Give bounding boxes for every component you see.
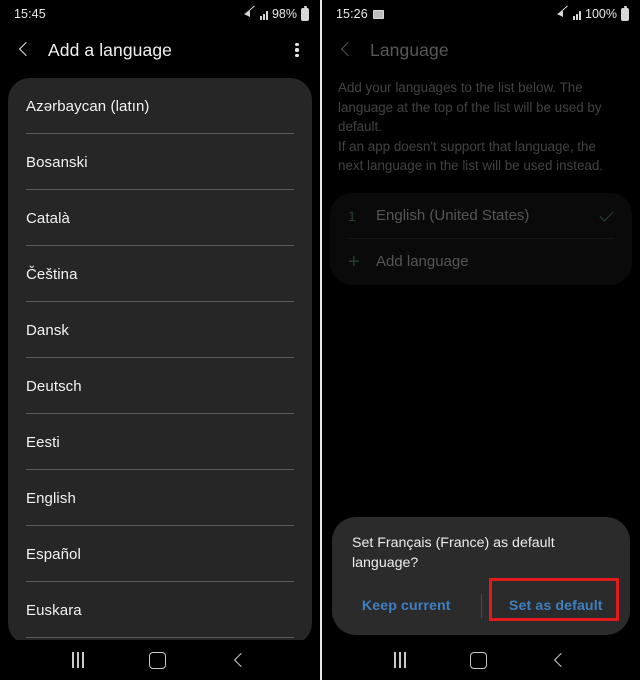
language-name: Dansk [26,321,70,339]
language-name: Español [26,545,81,563]
language-name: Euskara [26,601,82,619]
mute-icon [556,4,569,20]
right-phone-screen: 15:26 100% Language Add your languages t… [320,0,640,680]
left-app-bar: Add a language [0,28,320,72]
description-text: Add your languages to the list below. Th… [322,72,640,176]
recents-icon[interactable] [393,652,407,668]
list-item[interactable]: Bosanski [8,134,312,190]
dialog-message: Set Français (France) as default languag… [352,535,555,571]
battery-icon [301,5,309,21]
status-bar-right: 100% [556,4,629,21]
left-nav-bar [0,640,320,680]
battery-percent-label: 100% [585,7,617,21]
list-item[interactable]: Dansk [8,302,312,358]
list-item[interactable]: English [8,470,312,526]
status-bar-left: 15:26 [336,7,384,21]
language-name: Bosanski [26,153,88,171]
language-name: Azərbaycan (latın) [26,97,150,115]
mute-icon [243,4,256,20]
recents-icon[interactable] [72,652,85,668]
set-as-default-button[interactable]: Set as default [482,587,631,625]
right-nav-bar [322,640,640,680]
home-icon[interactable] [148,651,166,669]
language-name: Čeština [26,265,78,283]
photo-icon [372,9,384,19]
language-name: English [26,489,76,507]
description-paragraph: Add your languages to the list below. Th… [338,80,602,134]
description-paragraph: If an app doesn't support that language,… [338,138,604,174]
status-clock: 15:26 [336,7,368,21]
status-bar-left: 15:45 [14,7,46,21]
list-item[interactable]: Español [8,526,312,582]
dual-screenshot-container: 15:45 98% Add a language Azərbaycan (lat… [0,0,640,680]
signal-icon [259,9,268,20]
row-divider [26,637,294,638]
list-item[interactable]: Euskara [8,582,312,638]
language-name: Eesti [26,433,60,451]
language-name: Deutsch [26,377,82,395]
page-title: Add a language [48,39,173,60]
overflow-menu-icon[interactable] [286,39,308,61]
status-bar-right: 98% [243,4,309,21]
dialog-actions: Keep current Set as default [332,578,631,625]
back-chevron-icon[interactable] [336,39,358,61]
list-item[interactable]: Eesti [8,414,312,470]
list-item[interactable]: Čeština [8,246,312,302]
set-default-language-dialog: Set Français (France) as default languag… [332,517,630,635]
status-clock: 15:45 [14,7,46,21]
check-icon [598,208,614,224]
left-status-bar: 15:45 98% [0,0,320,28]
plus-icon: + [348,250,360,273]
back-icon[interactable] [550,651,568,669]
keep-current-button[interactable]: Keep current [332,587,481,625]
list-item[interactable]: Català [8,190,312,246]
right-app-bar: Language [322,28,640,72]
back-icon[interactable] [230,651,248,669]
battery-percent-label: 98% [271,7,297,21]
left-phone-screen: 15:45 98% Add a language Azərbaycan (lat… [0,0,320,680]
selected-language-card: 1 English (United States) + Add language [330,192,632,285]
language-name: Català [26,209,70,227]
list-item[interactable]: Azərbaycan (latın) [8,78,312,134]
dimmed-content-overlay: Language Add your languages to the list … [322,28,640,285]
list-item[interactable]: Deutsch [8,358,312,414]
list-item-selected-language[interactable]: 1 English (United States) [330,193,632,239]
add-language-row[interactable]: + Add language [330,239,632,285]
signal-icon [572,9,582,20]
right-status-bar: 15:26 100% [322,0,640,28]
battery-icon [621,5,629,21]
language-name: English (United States) [376,207,530,224]
add-language-label: Add language [376,253,469,270]
page-title: Language [370,39,449,60]
home-icon[interactable] [469,651,487,669]
language-order-index: 1 [348,207,356,224]
language-list-card: Azərbaycan (latın) Bosanski Català Češti… [8,78,312,645]
back-chevron-icon[interactable] [14,39,36,61]
